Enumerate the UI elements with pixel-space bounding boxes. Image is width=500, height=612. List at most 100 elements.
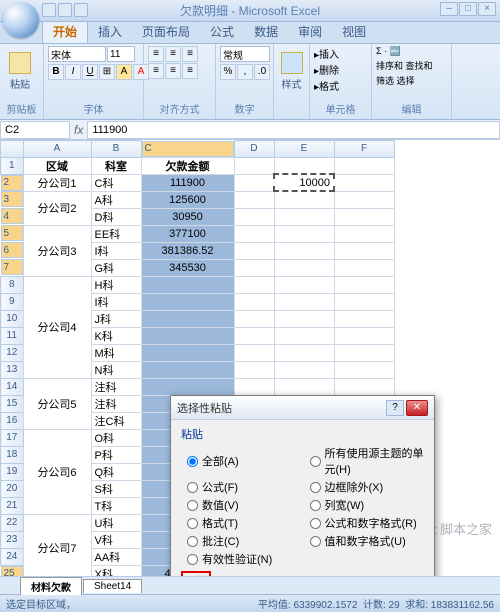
- radio-公式(F)[interactable]: 公式(F): [187, 479, 302, 495]
- cell-region[interactable]: 分公司7: [23, 514, 91, 576]
- row-header-5[interactable]: 5: [1, 225, 23, 241]
- sheet-tab-Sheet14[interactable]: Sheet14: [83, 579, 142, 593]
- cell-region[interactable]: 分公司4: [23, 276, 91, 378]
- radio-边框除外(X)[interactable]: 边框除外(X): [310, 479, 425, 495]
- sheet-tab-材料欠款[interactable]: 材料欠款: [20, 577, 82, 595]
- cell-region[interactable]: 分公司1: [23, 174, 91, 191]
- cell-dept[interactable]: P科: [91, 446, 141, 463]
- cell-dept[interactable]: J科: [91, 310, 141, 327]
- cell-dept[interactable]: S科: [91, 480, 141, 497]
- cell-amount[interactable]: [141, 378, 234, 395]
- cell-dept[interactable]: V科: [91, 531, 141, 548]
- font-size-select[interactable]: 11: [107, 46, 135, 62]
- radio-数值(V)[interactable]: 数值(V): [187, 497, 302, 513]
- cell-amount[interactable]: 30950: [141, 208, 234, 225]
- radio-批注(C)[interactable]: 批注(C): [187, 533, 302, 549]
- row-header-3[interactable]: 3: [1, 191, 23, 207]
- row-header-2[interactable]: 2: [1, 175, 23, 191]
- fill-color-button[interactable]: A: [116, 64, 132, 80]
- radio-所有使用源主题的单元(H)[interactable]: 所有使用源主题的单元(H): [310, 445, 425, 477]
- align-top-button[interactable]: ≡: [148, 46, 164, 62]
- row-header-11[interactable]: 11: [1, 327, 24, 344]
- paste-button[interactable]: 粘贴: [4, 46, 36, 96]
- cell-region[interactable]: 分公司6: [23, 429, 91, 514]
- row-header-24[interactable]: 24: [1, 548, 24, 565]
- col-header-F[interactable]: F: [334, 141, 394, 158]
- cell-amount[interactable]: 111900: [141, 174, 234, 191]
- cell-dept[interactable]: D科: [91, 208, 141, 225]
- row-header-10[interactable]: 10: [1, 310, 24, 327]
- cell-dept[interactable]: O科: [91, 429, 141, 446]
- col-header-C[interactable]: C: [142, 141, 234, 157]
- row-header-8[interactable]: 8: [1, 276, 24, 293]
- cell-dept[interactable]: H科: [91, 276, 141, 293]
- radio-公式和数字格式(R)[interactable]: 公式和数字格式(R): [310, 515, 425, 531]
- row-header-13[interactable]: 13: [1, 361, 24, 378]
- office-button[interactable]: [3, 2, 39, 38]
- cell-region[interactable]: 分公司5: [23, 378, 91, 429]
- worksheet[interactable]: ABCDEF1区域科室欠款金额2分公司1C科111900100003分公司2A科…: [0, 140, 500, 576]
- cell-amount[interactable]: 381386.52: [141, 242, 234, 259]
- cell-dept[interactable]: M科: [91, 344, 141, 361]
- border-button[interactable]: ⊞: [99, 64, 115, 80]
- cell-dept[interactable]: C科: [91, 174, 141, 191]
- select-button[interactable]: 选择: [397, 76, 415, 86]
- tab-数据[interactable]: 数据: [244, 20, 288, 43]
- formula-input[interactable]: 111900: [87, 121, 500, 139]
- cell-dept[interactable]: T科: [91, 497, 141, 514]
- cell-amount[interactable]: [141, 344, 234, 361]
- radio-有效性验证(N)[interactable]: 有效性验证(N): [187, 551, 302, 567]
- row-header-23[interactable]: 23: [1, 531, 24, 548]
- row-header-14[interactable]: 14: [1, 378, 24, 395]
- cell-amount[interactable]: 125600: [141, 191, 234, 208]
- styles-button[interactable]: 样式: [278, 46, 305, 96]
- cell-amount[interactable]: [141, 276, 234, 293]
- insert-button[interactable]: ▸插入: [314, 46, 339, 61]
- row-header-6[interactable]: 6: [1, 242, 23, 258]
- row-header-16[interactable]: 16: [1, 412, 24, 429]
- row-header-20[interactable]: 20: [1, 480, 24, 497]
- filter-button[interactable]: 筛选: [376, 76, 394, 86]
- tab-审阅[interactable]: 审阅: [288, 20, 332, 43]
- maximize-button[interactable]: □: [459, 2, 477, 16]
- col-header-B[interactable]: B: [91, 141, 141, 158]
- radio-全部(A)[interactable]: 全部(A): [187, 445, 302, 477]
- delete-button[interactable]: ▸删除: [314, 62, 339, 77]
- cell-dept[interactable]: AA科: [91, 548, 141, 565]
- cell-dept[interactable]: N科: [91, 361, 141, 378]
- tab-页面布局[interactable]: 页面布局: [132, 20, 200, 43]
- cell-dept[interactable]: 注科: [91, 395, 141, 412]
- row-header-4[interactable]: 4: [1, 208, 23, 224]
- radio-格式(T)[interactable]: 格式(T): [187, 515, 302, 531]
- italic-button[interactable]: I: [65, 64, 81, 80]
- tab-开始[interactable]: 开始: [42, 19, 88, 43]
- cell-dept[interactable]: 注科: [91, 378, 141, 395]
- cell-region[interactable]: 分公司3: [23, 225, 91, 276]
- underline-button[interactable]: U: [82, 64, 98, 80]
- row-header-17[interactable]: 17: [1, 429, 24, 446]
- cell-dept[interactable]: G科: [91, 259, 141, 276]
- cell-amount[interactable]: 377100: [141, 225, 234, 242]
- row-header-7[interactable]: 7: [1, 259, 23, 275]
- row-header-12[interactable]: 12: [1, 344, 24, 361]
- close-button[interactable]: ×: [478, 2, 496, 16]
- dialog-close-button[interactable]: ✕: [406, 400, 428, 416]
- row-header-15[interactable]: 15: [1, 395, 24, 412]
- name-box[interactable]: C2: [0, 121, 70, 139]
- cell-amount[interactable]: [141, 293, 234, 310]
- row-header-19[interactable]: 19: [1, 463, 24, 480]
- bold-button[interactable]: B: [48, 64, 64, 80]
- row-header-22[interactable]: 22: [1, 514, 24, 531]
- row-header-9[interactable]: 9: [1, 293, 24, 310]
- row-header-18[interactable]: 18: [1, 446, 24, 463]
- cell-dept[interactable]: 注C科: [91, 412, 141, 429]
- fx-icon[interactable]: fx: [70, 123, 87, 137]
- cell-dept[interactable]: A科: [91, 191, 141, 208]
- tab-插入[interactable]: 插入: [88, 20, 132, 43]
- cell-dept[interactable]: I科: [91, 293, 141, 310]
- cell-amount[interactable]: [141, 327, 234, 344]
- align-left-button[interactable]: ≡: [148, 63, 164, 79]
- row-header-25[interactable]: 25: [1, 566, 23, 577]
- tab-公式[interactable]: 公式: [200, 20, 244, 43]
- col-header-A[interactable]: A: [23, 141, 91, 158]
